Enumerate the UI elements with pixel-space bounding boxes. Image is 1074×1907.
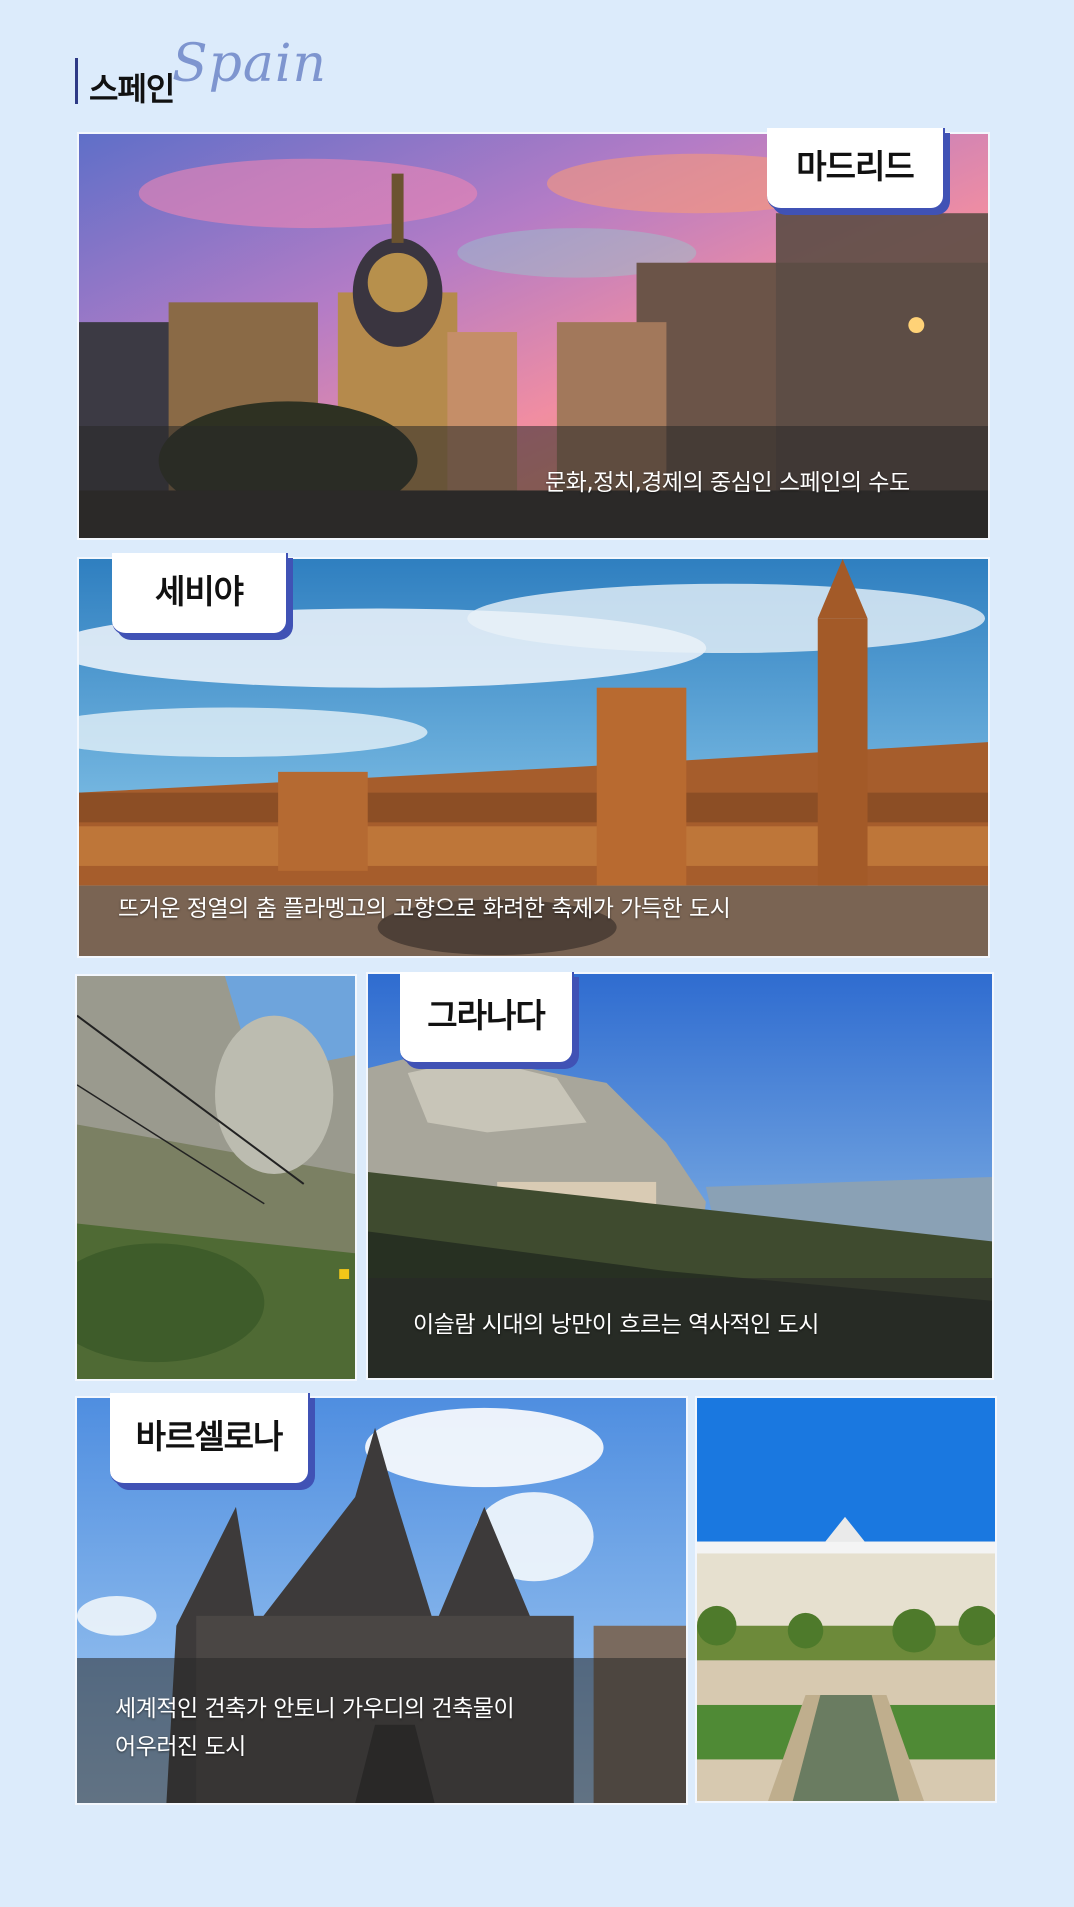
granada-side-photo xyxy=(75,974,357,1381)
barcelona-side-photo xyxy=(695,1396,997,1803)
page-title: 스페인 xyxy=(89,70,175,108)
barcelona-side-image xyxy=(697,1398,995,1801)
seville-tag: 세비야 xyxy=(112,553,288,635)
granada-caption: 이슬람 시대의 낭만이 흐르는 역사적인 도시 xyxy=(413,1312,819,1338)
seville-caption: 뜨거운 정열의 춤 플라멩고의 고향으로 화려한 축제가 가득한 도시 xyxy=(118,896,731,922)
barcelona-caption-line2: 어우러진 도시 xyxy=(115,1734,246,1760)
madrid-caption: 문화,정치,경제의 중심인 스페인의 수도 xyxy=(545,470,910,496)
granada-tag: 그라나다 xyxy=(400,972,574,1064)
barcelona-tag: 바르셀로나 xyxy=(110,1393,310,1485)
page-header: Spain 스페인 xyxy=(75,34,475,109)
granada-side-image xyxy=(77,976,355,1379)
header-script-text: Spain xyxy=(172,34,328,94)
madrid-tag: 마드리드 xyxy=(767,128,945,210)
barcelona-caption-line1: 세계적인 건축가 안토니 가우디의 건축물이 xyxy=(115,1696,515,1722)
header-accent-bar xyxy=(75,58,78,104)
